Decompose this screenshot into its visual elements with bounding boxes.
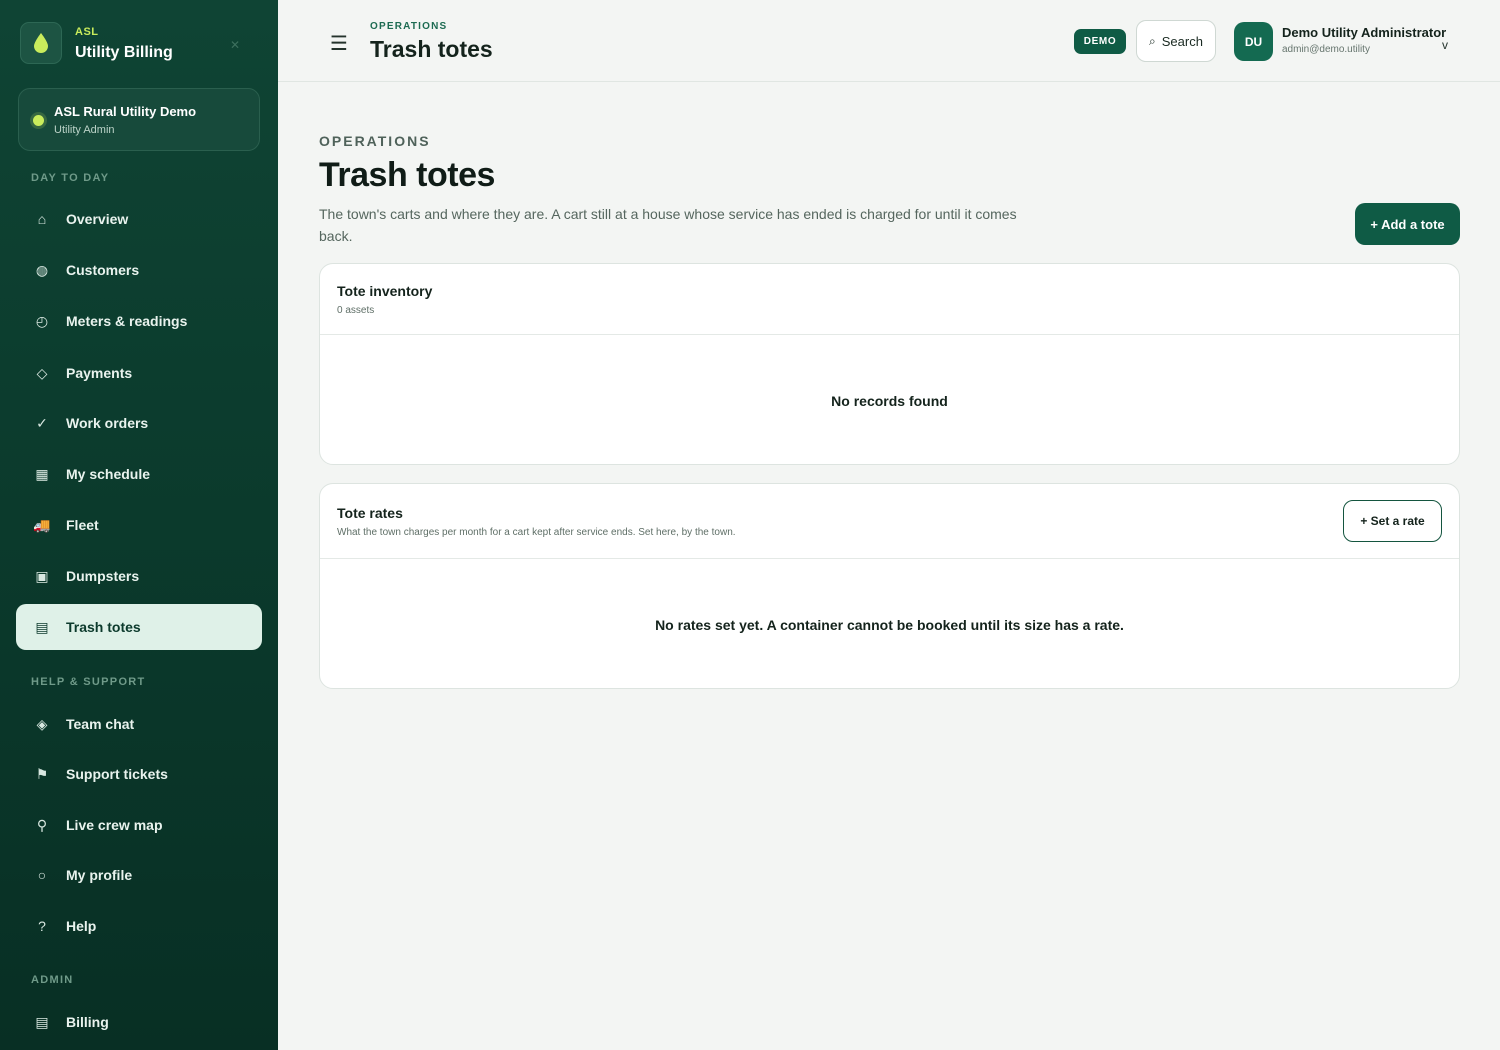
sidebar-item-work-orders[interactable]: ✓ Work orders (16, 400, 262, 446)
nav-section-admin: ADMIN (31, 974, 74, 986)
chat-icon: ◈ (36, 715, 48, 732)
sidebar-item-fleet[interactable]: 🚚 Fleet (16, 502, 262, 548)
topbar-title: Trash totes (370, 36, 493, 62)
org-status-dot (33, 115, 44, 126)
brand[interactable]: ASL Utility Billing ✕ (20, 22, 260, 68)
brand-title: Utility Billing (75, 44, 173, 61)
nav-section-help-support: HELP & SUPPORT (31, 676, 146, 688)
payments-icon: ◇ (36, 364, 48, 381)
card-header: Tote rates What the town charges per mon… (320, 484, 1459, 559)
droplet-icon (20, 22, 62, 64)
customers-icon: ◍ (35, 261, 49, 278)
tote-icon: ▤ (35, 618, 49, 635)
sidebar-item-customers[interactable]: ◍ Customers (16, 247, 262, 293)
profile-icon: ○ (37, 867, 47, 883)
card-title: Tote rates (337, 505, 403, 521)
search-button[interactable]: ⌕ Search (1136, 20, 1216, 62)
truck-icon: 🚚 (33, 516, 51, 533)
sidebar-item-label: Team chat (66, 716, 135, 732)
sidebar-item-label: Billing (66, 1014, 109, 1030)
sidebar-item-dumpsters[interactable]: ▣ Dumpsters (16, 553, 262, 599)
user-email: admin@demo.utility (1282, 44, 1370, 55)
sidebar-item-meters-readings[interactable]: ◴ Meters & readings (16, 298, 262, 344)
gauge-icon: ◴ (35, 312, 49, 329)
sidebar-item-label: Meters & readings (66, 313, 188, 329)
sidebar-item-help[interactable]: ? Help (16, 903, 262, 949)
org-name: ASL Rural Utility Demo (54, 104, 197, 119)
add-tote-button[interactable]: + Add a tote (1355, 203, 1460, 245)
empty-state: No records found (831, 393, 948, 409)
check-icon: ✓ (36, 414, 48, 431)
sidebar-item-label: Payments (66, 365, 133, 381)
flag-icon: ⚑ (35, 765, 49, 782)
page-title: Trash totes (319, 156, 495, 194)
sidebar-item-live-crew-map[interactable]: ⚲ Live crew map (16, 802, 262, 848)
close-icon[interactable]: ✕ (230, 38, 240, 52)
tote-inventory-card: Tote inventory 0 assets No records found (319, 263, 1460, 465)
tote-rates-card: Tote rates What the town charges per mon… (319, 483, 1460, 689)
asset-count: 0 assets (337, 305, 375, 316)
map-pin-icon: ⚲ (36, 816, 48, 833)
sidebar-item-label: Help (66, 918, 97, 934)
page-description: The town's carts and where they are. A c… (319, 206, 1017, 244)
card-subtitle: What the town charges per month for a ca… (337, 527, 736, 538)
dumpster-icon: ▣ (35, 567, 49, 584)
org-switcher[interactable]: ASL Rural Utility Demo Utility Admin (18, 88, 260, 151)
user-name[interactable]: Demo Utility Administrator (1282, 25, 1446, 40)
search-icon: ⌕ (1149, 33, 1156, 48)
search-label: Search (1161, 33, 1203, 49)
calendar-icon: ▦ (35, 465, 49, 482)
org-role: Utility Admin (54, 124, 115, 136)
demo-badge: DEMO (1074, 29, 1126, 54)
avatar[interactable]: DU (1234, 22, 1273, 61)
billing-icon: ▤ (35, 1013, 49, 1030)
chevron-down-icon[interactable]: v (1442, 38, 1448, 52)
brand-kicker: ASL (75, 26, 99, 38)
menu-icon[interactable]: ☰ (330, 31, 348, 56)
sidebar: ASL Utility Billing ✕ ASL Rural Utility … (0, 0, 278, 1050)
sidebar-item-payments[interactable]: ◇ Payments (16, 350, 262, 396)
help-icon: ? (38, 918, 46, 934)
sidebar-item-label: Overview (66, 211, 129, 227)
nav-section-day-to-day: DAY TO DAY (31, 172, 110, 184)
page-kicker: OPERATIONS (319, 133, 431, 149)
sidebar-item-my-schedule[interactable]: ▦ My schedule (16, 451, 262, 497)
card-title: Tote inventory (337, 283, 433, 299)
card-header: Tote inventory 0 assets (320, 264, 1459, 335)
sidebar-item-label: Customers (66, 262, 140, 278)
sidebar-item-trash-totes[interactable]: ▤ Trash totes (16, 604, 262, 650)
sidebar-item-label: My profile (66, 867, 133, 883)
sidebar-item-overview[interactable]: ⌂ Overview (16, 196, 262, 242)
sidebar-item-label: Dumpsters (66, 568, 140, 584)
sidebar-item-label: My schedule (66, 466, 151, 482)
breadcrumb: OPERATIONS (370, 21, 448, 32)
sidebar-item-label: Support tickets (66, 766, 168, 782)
sidebar-item-label: Live crew map (66, 817, 163, 833)
sidebar-item-label: Trash totes (66, 619, 141, 635)
sidebar-item-label: Work orders (66, 415, 149, 431)
sidebar-item-label: Fleet (66, 517, 99, 533)
sidebar-item-team-chat[interactable]: ◈ Team chat (16, 701, 262, 747)
sidebar-item-my-profile[interactable]: ○ My profile (16, 852, 262, 898)
home-icon: ⌂ (37, 211, 47, 227)
sidebar-item-support-tickets[interactable]: ⚑ Support tickets (16, 751, 262, 797)
main-content: OPERATIONS Trash totes The town's carts … (278, 82, 1500, 1050)
topbar: ☰ OPERATIONS Trash totes DEMO ⌕ Search D… (278, 0, 1500, 82)
sidebar-item-billing[interactable]: ▤ Billing (16, 999, 262, 1045)
set-rate-button[interactable]: + Set a rate (1343, 500, 1442, 542)
empty-state: No rates set yet. A container cannot be … (655, 617, 1124, 633)
